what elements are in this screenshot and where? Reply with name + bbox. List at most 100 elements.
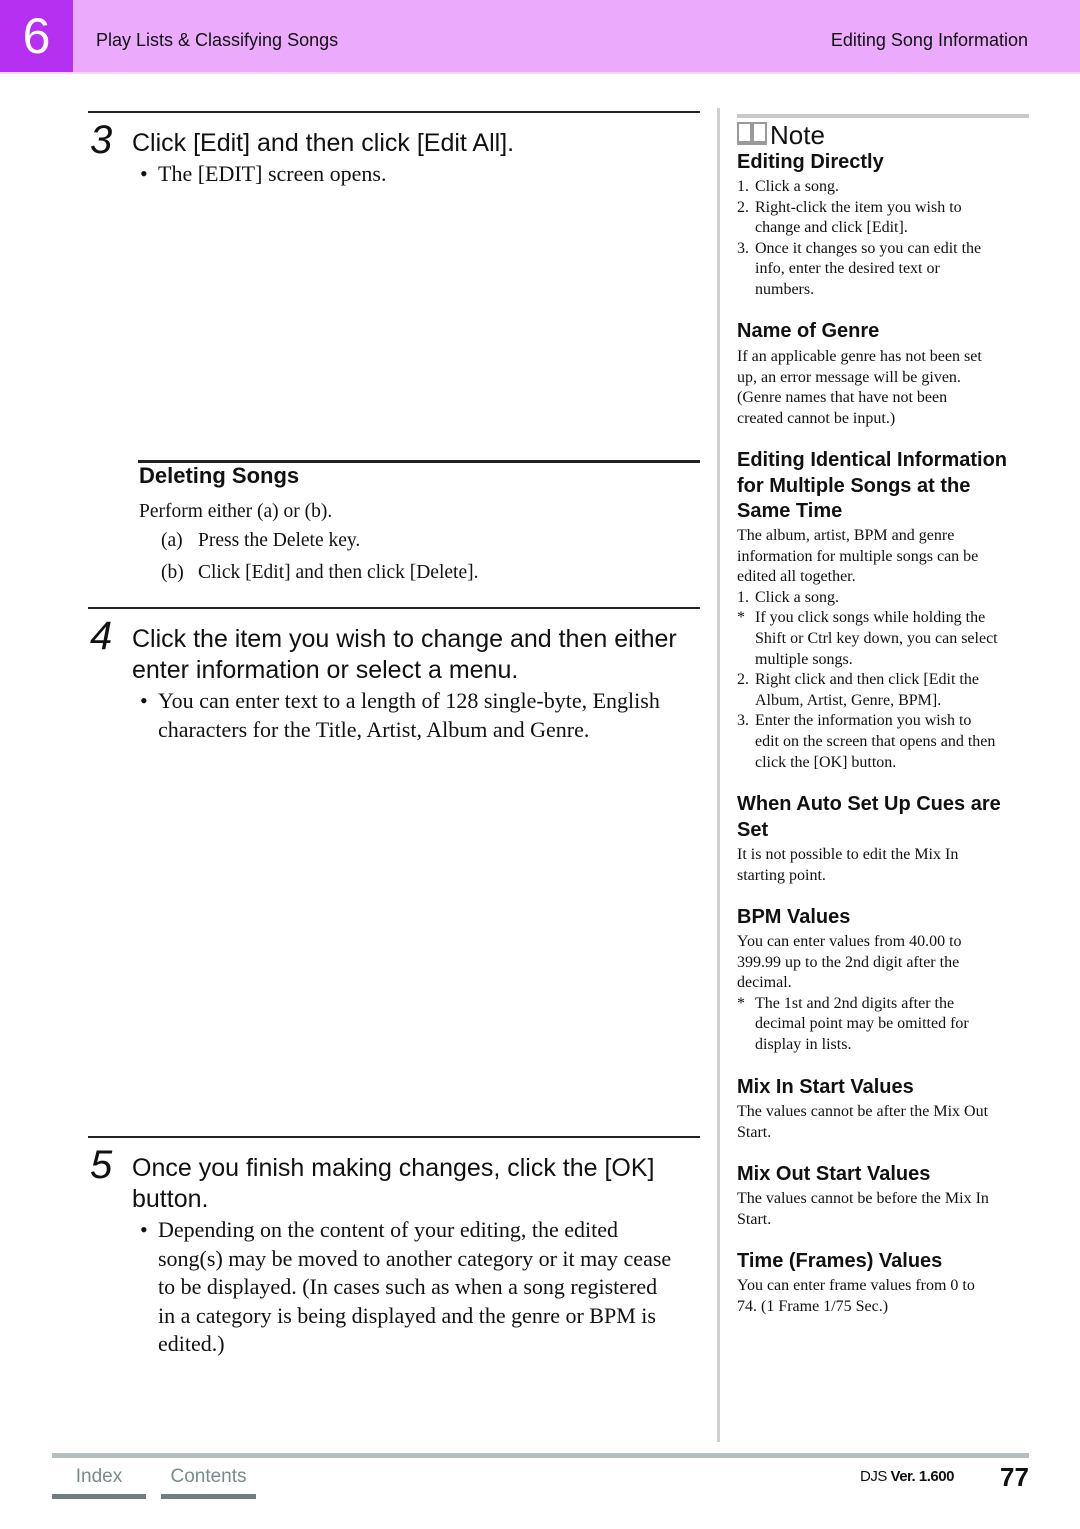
note-header: Note — [737, 114, 1029, 152]
note-frames-title: Time (Frames) Values — [737, 1250, 943, 1272]
list-line: display in lists. — [755, 1035, 852, 1053]
note-genre-title: Name of Genre — [737, 320, 880, 342]
step4-bullet-line: characters for the Title, Artist, Album … — [158, 716, 590, 742]
list-line: Once it changes so you can edit the — [755, 239, 982, 257]
product-name: DJS — [860, 1468, 887, 1485]
step4-title-line: enter information or select a menu. — [132, 656, 519, 684]
bullet-dot: • — [140, 688, 148, 713]
step5-bullet: • Depending on the content of your editi… — [140, 1216, 672, 1359]
note-auto-cues-text: It is not possible to edit the Mix In st… — [737, 845, 1029, 886]
text-line: The values cannot be after the Mix Out — [737, 1103, 989, 1120]
step4-rule — [88, 607, 700, 609]
text-line: starting point. — [737, 866, 826, 884]
step5-title-line: button. — [132, 1185, 209, 1213]
step5-rule — [88, 1136, 700, 1138]
step5-bullet-line: song(s) may be moved to another category… — [158, 1245, 672, 1271]
list-line: edit on the screen that opens and then — [755, 732, 996, 750]
list-item: 2. Right-click the item you wish to change… — [737, 198, 1029, 239]
list-marker: * — [737, 994, 745, 1012]
index-link-underline — [52, 1494, 146, 1499]
list-line: Click a song. — [755, 178, 839, 195]
list-line: If you click songs while holding the — [755, 609, 986, 627]
note-bpm-text: You can enter values from 40.00 to 399.9… — [737, 932, 1029, 1056]
page-number: 77 — [1000, 1462, 1029, 1492]
option-label: (a) — [161, 530, 183, 551]
text-line: You can enter values from 40.00 to — [737, 933, 962, 950]
option-label: (b) — [161, 562, 184, 583]
step4-bullet: • You can enter text to a length of 128 … — [140, 687, 660, 744]
note-editing-directly-list: 1. Click a song. 2. Right-click the item y… — [737, 177, 1029, 301]
deleting-option-a: (a) Press the Delete key. — [161, 530, 360, 552]
contents-link[interactable]: Contents — [161, 1466, 256, 1499]
index-link[interactable]: Index — [52, 1466, 146, 1499]
page-header: 6 Play Lists & Classifying Songs Editing… — [0, 0, 1080, 74]
list-line: multiple songs. — [755, 650, 853, 668]
step5-bullet-line: Depending on the content of your editing… — [158, 1217, 619, 1242]
version-label: DJS Ver. 1.600 — [860, 1468, 954, 1485]
step4-title-line: Click the item you wish to change and th… — [132, 625, 677, 653]
list-item: 2. Right click and then click [Edit the Al… — [737, 670, 1029, 711]
list-line: Right click and then click [Edit the — [755, 671, 979, 689]
list-line: Click a song. — [755, 588, 839, 606]
list-item: * If you click songs while holding the Shi… — [737, 608, 1029, 670]
text-line: You can enter frame values from 0 to — [737, 1277, 975, 1294]
text-line: information for multiple songs can be — [737, 547, 979, 565]
deleting-title: Deleting Songs — [139, 463, 300, 488]
step5-bullet-line: in a category is being displayed and the… — [158, 1302, 656, 1328]
list-item: * The 1st and 2nd digits after the decimal… — [737, 994, 1029, 1056]
deleting-intro: Perform either (a) or (b). — [139, 501, 333, 522]
note-bpm-title: BPM Values — [737, 906, 851, 928]
text-line: The album, artist, BPM and genre — [737, 527, 955, 544]
title-line: Editing Identical Information — [737, 449, 1007, 471]
list-line: change and click [Edit]. — [755, 219, 908, 237]
note-auto-cues-title: When Auto Set Up Cues are Set — [737, 792, 1029, 843]
contents-link-label[interactable]: Contents — [170, 1466, 246, 1487]
note-mix-out-title: Mix Out Start Values — [737, 1163, 931, 1185]
step4-bullet-line: You can enter text to a length of 128 si… — [158, 688, 660, 713]
list-line: Album, Artist, Genre, BPM]. — [755, 691, 942, 709]
title-line: Set — [737, 818, 769, 841]
text-line: It is not possible to edit the Mix In — [737, 846, 959, 863]
list-line: click the [OK] button. — [755, 753, 897, 771]
text-line: decimal. — [737, 974, 792, 992]
title-line: for Multiple Songs at the — [737, 474, 971, 497]
note-genre-text: If an applicable genre has not been set … — [737, 347, 1029, 429]
topic-title: Editing Song Information — [830, 30, 1028, 50]
list-item: 3. Once it changes so you can edit the inf… — [737, 239, 1029, 301]
list-line: Enter the information you wish to — [755, 712, 972, 730]
list-line: decimal point may be omitted for — [755, 1015, 969, 1033]
step5-title-line: Once you finish making changes, click th… — [132, 1154, 655, 1182]
footer-bar — [52, 1453, 1029, 1458]
index-link-label[interactable]: Index — [76, 1466, 122, 1487]
step5-title: Once you finish making changes, click th… — [132, 1153, 654, 1215]
text-line: (Genre names that have not been — [737, 389, 948, 407]
list-line: The 1st and 2nd digits after the — [755, 994, 955, 1012]
chapter-badge: 6 — [0, 0, 73, 72]
text-line: edited all together. — [737, 568, 856, 586]
text-line: up, an error message will be given. — [737, 368, 961, 386]
list-marker: 1. — [737, 178, 749, 195]
note-editing-directly-title: Editing Directly — [737, 151, 884, 173]
list-marker: 1. — [737, 588, 749, 606]
list-item: 1. Click a song. — [737, 177, 1029, 198]
list-marker: 3. — [737, 712, 749, 730]
step5-number: 5 — [90, 1143, 113, 1187]
text-line: Start. — [737, 1210, 772, 1228]
option-text: Click [Edit] and then click [Delete]. — [198, 562, 479, 583]
list-line: numbers. — [755, 280, 815, 298]
note-mix-out-text: The values cannot be before the Mix In S… — [737, 1189, 1029, 1230]
text-line: If an applicable genre has not been set — [737, 348, 982, 365]
text-line: The values cannot be before the Mix In — [737, 1190, 989, 1207]
list-line: Shift or Ctrl key down, you can select — [755, 629, 998, 647]
text-line: Start. — [737, 1123, 772, 1141]
version-number: Ver. 1.600 — [890, 1468, 955, 1485]
title-line: When Auto Set Up Cues are — [737, 793, 1001, 815]
text-line: created cannot be input.) — [737, 409, 896, 427]
step5-bullet-line: to be displayed. (In cases such as when … — [158, 1274, 658, 1299]
list-line: Right-click the item you wish to — [755, 198, 962, 216]
note-frames-text: You can enter frame values from 0 to 74.… — [737, 1276, 1029, 1317]
list-item: 1. Click a song. — [737, 588, 1029, 609]
book-icon — [737, 122, 767, 145]
step3-title: Click [Edit] and then click [Edit All]. — [132, 129, 515, 157]
title-line: Same Time — [737, 500, 843, 522]
